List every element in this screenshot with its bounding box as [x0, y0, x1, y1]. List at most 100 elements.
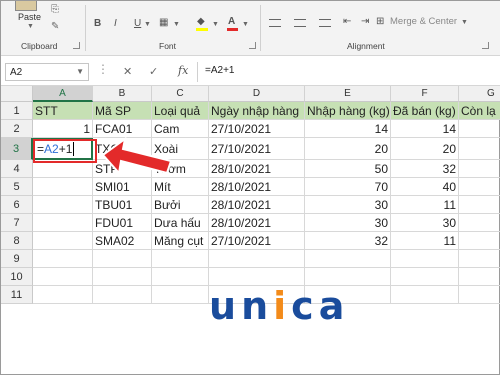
row-header-8[interactable]: 8: [1, 232, 33, 250]
row-header-1[interactable]: 1: [1, 102, 33, 120]
row-header-4[interactable]: 4: [1, 160, 33, 178]
cell-f8[interactable]: 11: [391, 232, 459, 250]
cell-g7[interactable]: [459, 214, 500, 232]
copy-icon[interactable]: ⎘: [51, 4, 59, 15]
cell-g4[interactable]: [459, 160, 500, 178]
header-cell-ma-sp[interactable]: Mã SP: [93, 102, 152, 120]
row-header-5[interactable]: 5: [1, 178, 33, 196]
cell-d4[interactable]: 28/10/2021: [209, 160, 305, 178]
row-header-9[interactable]: 9: [1, 250, 33, 268]
row-header-11[interactable]: 11: [1, 286, 33, 304]
cell-a11[interactable]: [33, 286, 93, 304]
cell-f4[interactable]: 32: [391, 160, 459, 178]
insert-function-icon[interactable]: fx: [178, 64, 188, 77]
cell-g9[interactable]: [459, 250, 500, 268]
column-header-f[interactable]: F: [391, 86, 459, 102]
cancel-icon[interactable]: ✕: [123, 65, 132, 78]
cell-f10[interactable]: [391, 268, 459, 286]
cell-f5[interactable]: 40: [391, 178, 459, 196]
cell-d9[interactable]: [209, 250, 305, 268]
cell-d6[interactable]: 28/10/2021: [209, 196, 305, 214]
spreadsheet-grid[interactable]: A B C D E F G 1 2 3 4 5 6 7 8 9 10 11 ST…: [1, 86, 500, 375]
cell-a9[interactable]: [33, 250, 93, 268]
cell-g2[interactable]: [459, 120, 500, 138]
cell-e5[interactable]: 70: [305, 178, 391, 196]
cell-a4[interactable]: [33, 160, 93, 178]
cell-d7[interactable]: 28/10/2021: [209, 214, 305, 232]
cell-d8[interactable]: 27/10/2021: [209, 232, 305, 250]
align-right-icon[interactable]: [319, 19, 331, 27]
cell-a6[interactable]: [33, 196, 93, 214]
cell-a10[interactable]: [33, 268, 93, 286]
header-cell-stt[interactable]: STT: [33, 102, 93, 120]
header-cell-da-ban[interactable]: Đã bán (kg): [391, 102, 459, 120]
cell-b7[interactable]: FDU01: [93, 214, 152, 232]
cell-b11[interactable]: [93, 286, 152, 304]
cell-f6[interactable]: 11: [391, 196, 459, 214]
row-header-10[interactable]: 10: [1, 268, 33, 286]
font-launcher-icon[interactable]: [249, 42, 256, 49]
cell-f3[interactable]: 20: [391, 138, 459, 160]
cell-b6[interactable]: TBU01: [93, 196, 152, 214]
paste-chevron-icon[interactable]: ▼: [27, 23, 34, 30]
cell-g10[interactable]: [459, 268, 500, 286]
merge-chevron-icon[interactable]: ▼: [461, 19, 468, 26]
column-header-d[interactable]: D: [209, 86, 305, 102]
cell-d2[interactable]: 27/10/2021: [209, 120, 305, 138]
column-header-b[interactable]: B: [93, 86, 152, 102]
decrease-indent-icon[interactable]: ⇤: [343, 16, 351, 27]
bold-icon[interactable]: B: [94, 18, 101, 29]
fill-color-chevron-icon[interactable]: ▼: [212, 21, 219, 28]
row-header-2[interactable]: 2: [1, 120, 33, 138]
row-header-7[interactable]: 7: [1, 214, 33, 232]
formula-input[interactable]: =A2+1: [205, 65, 234, 76]
paste-icon[interactable]: [15, 1, 37, 11]
name-box-chevron-icon[interactable]: ▼: [76, 67, 84, 76]
cell-e4[interactable]: 50: [305, 160, 391, 178]
increase-indent-icon[interactable]: ⇥: [361, 16, 369, 27]
cell-d5[interactable]: 28/10/2021: [209, 178, 305, 196]
cell-c8[interactable]: Măng cụt: [152, 232, 209, 250]
cell-c11[interactable]: [152, 286, 209, 304]
column-header-g[interactable]: G: [459, 86, 500, 102]
column-header-e[interactable]: E: [305, 86, 391, 102]
cell-e3[interactable]: 20: [305, 138, 391, 160]
format-painter-icon[interactable]: ✎: [51, 21, 59, 32]
cell-f9[interactable]: [391, 250, 459, 268]
cell-c9[interactable]: [152, 250, 209, 268]
cell-g5[interactable]: [459, 178, 500, 196]
underline-icon[interactable]: U: [134, 18, 141, 29]
cell-f11[interactable]: [391, 286, 459, 304]
clipboard-launcher-icon[interactable]: [73, 42, 80, 49]
cell-g11[interactable]: [459, 286, 500, 304]
merge-center-icon[interactable]: ⊞: [376, 16, 384, 27]
cell-b10[interactable]: [93, 268, 152, 286]
cell-a5[interactable]: [33, 178, 93, 196]
fill-color-icon[interactable]: ◆: [197, 16, 205, 27]
cell-f2[interactable]: 14: [391, 120, 459, 138]
row-header-6[interactable]: 6: [1, 196, 33, 214]
cell-a3-editing[interactable]: =A2+1: [33, 138, 93, 160]
header-cell-nhap-hang[interactable]: Nhập hàng (kg): [305, 102, 391, 120]
cell-c7[interactable]: Dưa hấu: [152, 214, 209, 232]
cell-e6[interactable]: 30: [305, 196, 391, 214]
row-header-3[interactable]: 3: [1, 138, 33, 160]
cell-e7[interactable]: 30: [305, 214, 391, 232]
borders-icon[interactable]: ▦: [159, 17, 168, 28]
merge-center-button[interactable]: Merge & Center: [390, 16, 457, 27]
column-header-a[interactable]: A: [33, 86, 93, 102]
borders-chevron-icon[interactable]: ▼: [173, 21, 180, 28]
font-color-icon[interactable]: A: [228, 16, 235, 27]
align-left-icon[interactable]: [269, 19, 281, 27]
more-options-icon[interactable]: ⋮: [97, 62, 109, 76]
header-cell-con-lai[interactable]: Còn lạ: [459, 102, 500, 120]
alignment-launcher-icon[interactable]: [482, 42, 489, 49]
cell-a8[interactable]: [33, 232, 93, 250]
header-cell-ngay-nhap[interactable]: Ngày nhập hàng: [209, 102, 305, 120]
header-cell-loai-qua[interactable]: Loại quả: [152, 102, 209, 120]
cell-a7[interactable]: [33, 214, 93, 232]
underline-chevron-icon[interactable]: ▼: [144, 21, 151, 28]
cell-g8[interactable]: [459, 232, 500, 250]
cell-b8[interactable]: SMA02: [93, 232, 152, 250]
cell-f7[interactable]: 30: [391, 214, 459, 232]
